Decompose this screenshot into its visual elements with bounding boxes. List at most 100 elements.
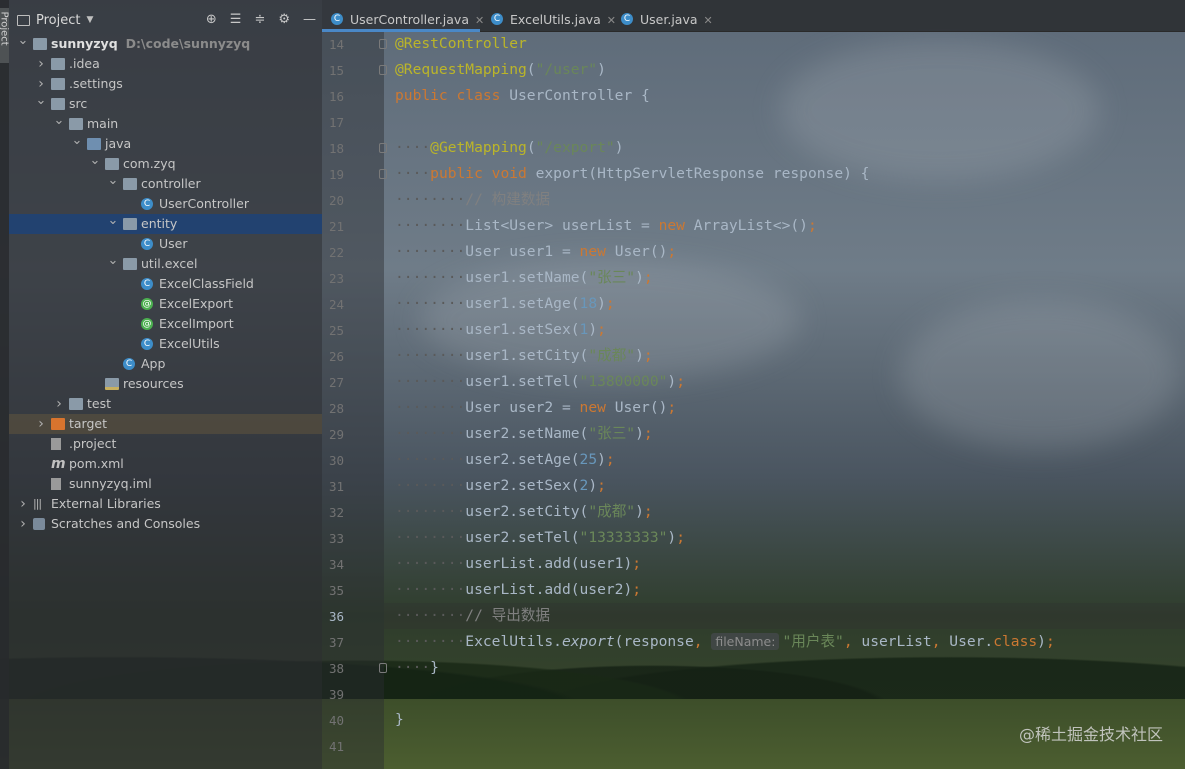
editor-tab[interactable]: C User.java ✕ <box>612 0 713 32</box>
tree-item-pom-xml[interactable]: m pom.xml <box>9 454 322 474</box>
chevron-right-icon[interactable]: › <box>17 494 29 514</box>
tree-item-resources[interactable]: resources <box>9 374 322 394</box>
chevron-down-icon[interactable]: ▼ <box>86 15 93 25</box>
chevron-right-icon[interactable]: › <box>17 514 29 534</box>
tree-item-excelutils[interactable]: C ExcelUtils <box>9 334 322 354</box>
editor-tab[interactable]: C ExcelUtils.java ✕ <box>482 0 616 32</box>
indent-guide: ········ <box>395 503 466 520</box>
tree-item-entity[interactable]: ⌄ entity <box>9 214 322 234</box>
collapse-all-icon[interactable]: ≑ <box>254 12 265 27</box>
tree-item-label: .settings <box>69 76 123 91</box>
code-line: ········// 导出数据 <box>395 603 550 629</box>
line-number: 36 <box>328 609 344 624</box>
code-token: ) <box>588 321 598 338</box>
code-line: ········User user1 = new User(); <box>395 239 676 265</box>
tree-item-excelimport[interactable]: @ ExcelImport <box>9 314 322 334</box>
tree-item-label: sunnyzyq.iml <box>69 476 152 491</box>
tree-item-label: test <box>87 396 112 411</box>
tree-item-java[interactable]: ⌄ java <box>9 134 322 154</box>
watermark: @稀土掘金技术社区 <box>1018 725 1163 744</box>
code-line: ········user1.setCity("成都"); <box>395 343 653 369</box>
indent-guide: ········ <box>395 633 466 650</box>
code-token: ) <box>588 477 598 494</box>
chevron-down-icon[interactable]: ⌄ <box>35 94 47 108</box>
code-line: ········userList.add(user2); <box>395 577 641 603</box>
code-line: ········user2.setName("张三"); <box>395 421 653 447</box>
class-icon: C <box>141 338 153 350</box>
indent-guide: ········ <box>395 217 466 234</box>
chevron-down-icon[interactable]: ⌄ <box>71 134 83 148</box>
tree-item-idea[interactable]: › .idea <box>9 54 322 74</box>
code-token: user1.setCity( <box>465 347 589 364</box>
tree-item-sunnyzyq[interactable]: ⌄ sunnyzyq D:\code\sunnyzyq <box>9 34 322 54</box>
tree-item-label: ExcelUtils <box>159 336 220 351</box>
maven-icon: m <box>51 456 66 472</box>
indent-guide: ········ <box>395 451 466 468</box>
chevron-right-icon[interactable]: › <box>53 394 65 414</box>
code-token: "张三" <box>588 425 636 442</box>
locate-icon[interactable]: ⊕ <box>206 12 217 27</box>
editor-tab-label: User.java <box>640 12 698 27</box>
tree-item-app[interactable]: C App <box>9 354 322 374</box>
chevron-down-icon[interactable]: ⌄ <box>107 174 119 188</box>
indent-guide: ········ <box>395 425 466 442</box>
chevron-right-icon[interactable]: › <box>35 414 47 434</box>
tree-item-external-libraries[interactable]: › ||| External Libraries <box>9 494 322 514</box>
chevron-down-icon[interactable]: ⌄ <box>89 154 101 168</box>
tree-item-src[interactable]: ⌄ src <box>9 94 322 114</box>
minimize-icon[interactable]: — <box>303 12 316 27</box>
code-token: ; <box>632 555 642 572</box>
chevron-right-icon[interactable]: › <box>35 74 47 94</box>
code-editor[interactable]: @RestController @RequestMapping("/user") p… <box>384 32 1185 769</box>
code-token: ; <box>643 347 653 364</box>
line-number: 38 <box>328 661 344 676</box>
code-line: ········// 构建数据 <box>395 187 550 213</box>
tree-item-sunnyzyq-iml[interactable]: sunnyzyq.iml <box>9 474 322 494</box>
chevron-right-icon[interactable]: › <box>35 54 47 74</box>
editor-tab[interactable]: C UserController.java ✕ <box>322 0 484 32</box>
line-number: 30 <box>328 453 344 468</box>
project-title[interactable]: Project <box>36 13 80 28</box>
code-token: ) <box>597 295 606 312</box>
chevron-down-icon[interactable]: ⌄ <box>17 34 29 48</box>
package-icon <box>123 218 137 230</box>
close-icon[interactable]: ✕ <box>704 14 713 27</box>
indent-guide: ········ <box>395 269 466 286</box>
line-number: 18 <box>328 141 344 156</box>
folder-icon <box>87 138 101 150</box>
code-token: public class <box>395 87 510 104</box>
indent-guide: ········ <box>395 555 466 572</box>
code-token: User. <box>949 633 994 650</box>
tree-item-test[interactable]: › test <box>9 394 322 414</box>
tree-item-excelexport[interactable]: @ ExcelExport <box>9 294 322 314</box>
tree-item-user[interactable]: C User <box>9 234 322 254</box>
tree-item-usercontroller[interactable]: C UserController <box>9 194 322 214</box>
code-line: ········List<User> userList = new ArrayL… <box>395 213 817 239</box>
code-line: ····public void export(HttpServletRespon… <box>395 161 869 187</box>
gear-icon[interactable]: ⚙ <box>278 12 290 27</box>
code-token: ( <box>526 61 536 78</box>
tree-item-scratches-and-consoles[interactable]: › Scratches and Consoles <box>9 514 322 534</box>
chevron-down-icon[interactable]: ⌄ <box>53 114 65 128</box>
code-token: UserController { <box>509 87 650 104</box>
code-token: ) <box>635 503 644 520</box>
code-token: user1.setSex( <box>465 321 580 338</box>
code-token: ) <box>667 373 677 390</box>
code-token: @RestController <box>395 35 527 52</box>
code-token: ) <box>597 61 606 78</box>
tree-item-controller[interactable]: ⌄ controller <box>9 174 322 194</box>
tree-item-main[interactable]: ⌄ main <box>9 114 322 134</box>
code-token: ; <box>597 477 606 494</box>
chevron-down-icon[interactable]: ⌄ <box>107 254 119 268</box>
code-token: ; <box>1045 633 1055 650</box>
chevron-down-icon[interactable]: ⌄ <box>107 214 119 228</box>
tree-item-settings[interactable]: › .settings <box>9 74 322 94</box>
code-token: ) <box>1037 633 1046 650</box>
tree-item-util-excel[interactable]: ⌄ util.excel <box>9 254 322 274</box>
expand-all-icon[interactable]: ☰ <box>230 12 242 27</box>
tree-item-target[interactable]: › target <box>9 414 322 434</box>
tree-item-excelclassfield[interactable]: C ExcelClassField <box>9 274 322 294</box>
parameter-hint: fileName: <box>711 633 780 650</box>
tree-item-project[interactable]: .project <box>9 434 322 454</box>
tree-item-com-zyq[interactable]: ⌄ com.zyq <box>9 154 322 174</box>
